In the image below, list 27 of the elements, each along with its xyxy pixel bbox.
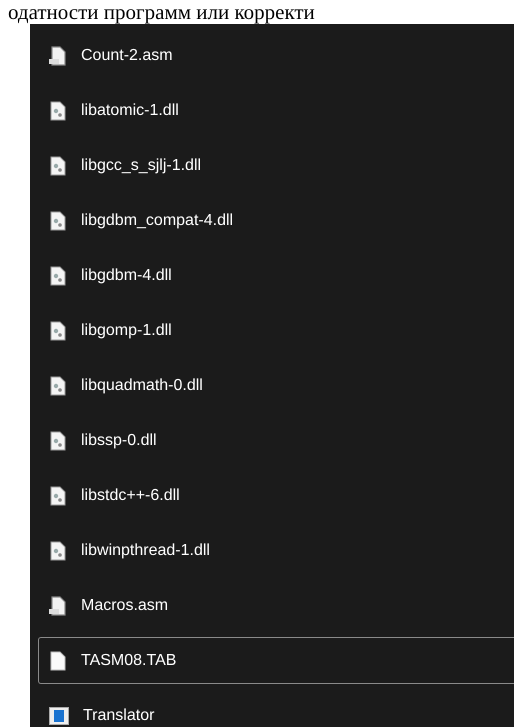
file-item[interactable]: libgdbm_compat-4.dll: [38, 197, 514, 244]
gear-file-icon: [49, 430, 67, 450]
application-icon: [49, 706, 69, 724]
file-item[interactable]: libgomp-1.dll: [38, 307, 514, 354]
file-item[interactable]: Translator: [38, 692, 514, 727]
file-item[interactable]: Macros.asm: [38, 582, 514, 629]
document-text: одатности программ или корректи: [8, 0, 315, 24]
file-item[interactable]: libatomic-1.dll: [38, 87, 514, 134]
file-item[interactable]: libwinpthread-1.dll: [38, 527, 514, 574]
file-item[interactable]: libgcc_s_sjlj-1.dll: [38, 142, 514, 189]
file-item[interactable]: Count-2.asm: [38, 32, 514, 79]
gear-file-icon: [49, 486, 67, 506]
file-item[interactable]: libquadmath-0.dll: [38, 362, 514, 409]
gear-file-icon: [49, 266, 67, 286]
file-item[interactable]: TASM08.TAB: [38, 637, 514, 684]
asm-file-icon: [49, 596, 67, 616]
file-item[interactable]: libssp-0.dll: [38, 417, 514, 464]
gear-file-icon: [49, 320, 67, 340]
gear-file-icon: [49, 100, 67, 120]
file-icon: [49, 650, 67, 670]
gear-file-icon: [49, 156, 67, 176]
gear-file-icon: [49, 376, 67, 396]
file-item[interactable]: libgdbm-4.dll: [38, 252, 514, 299]
gear-file-icon: [49, 210, 67, 230]
file-item[interactable]: libstdc++-6.dll: [38, 472, 514, 519]
gear-file-icon: [49, 540, 67, 560]
asm-file-icon: [49, 46, 67, 66]
